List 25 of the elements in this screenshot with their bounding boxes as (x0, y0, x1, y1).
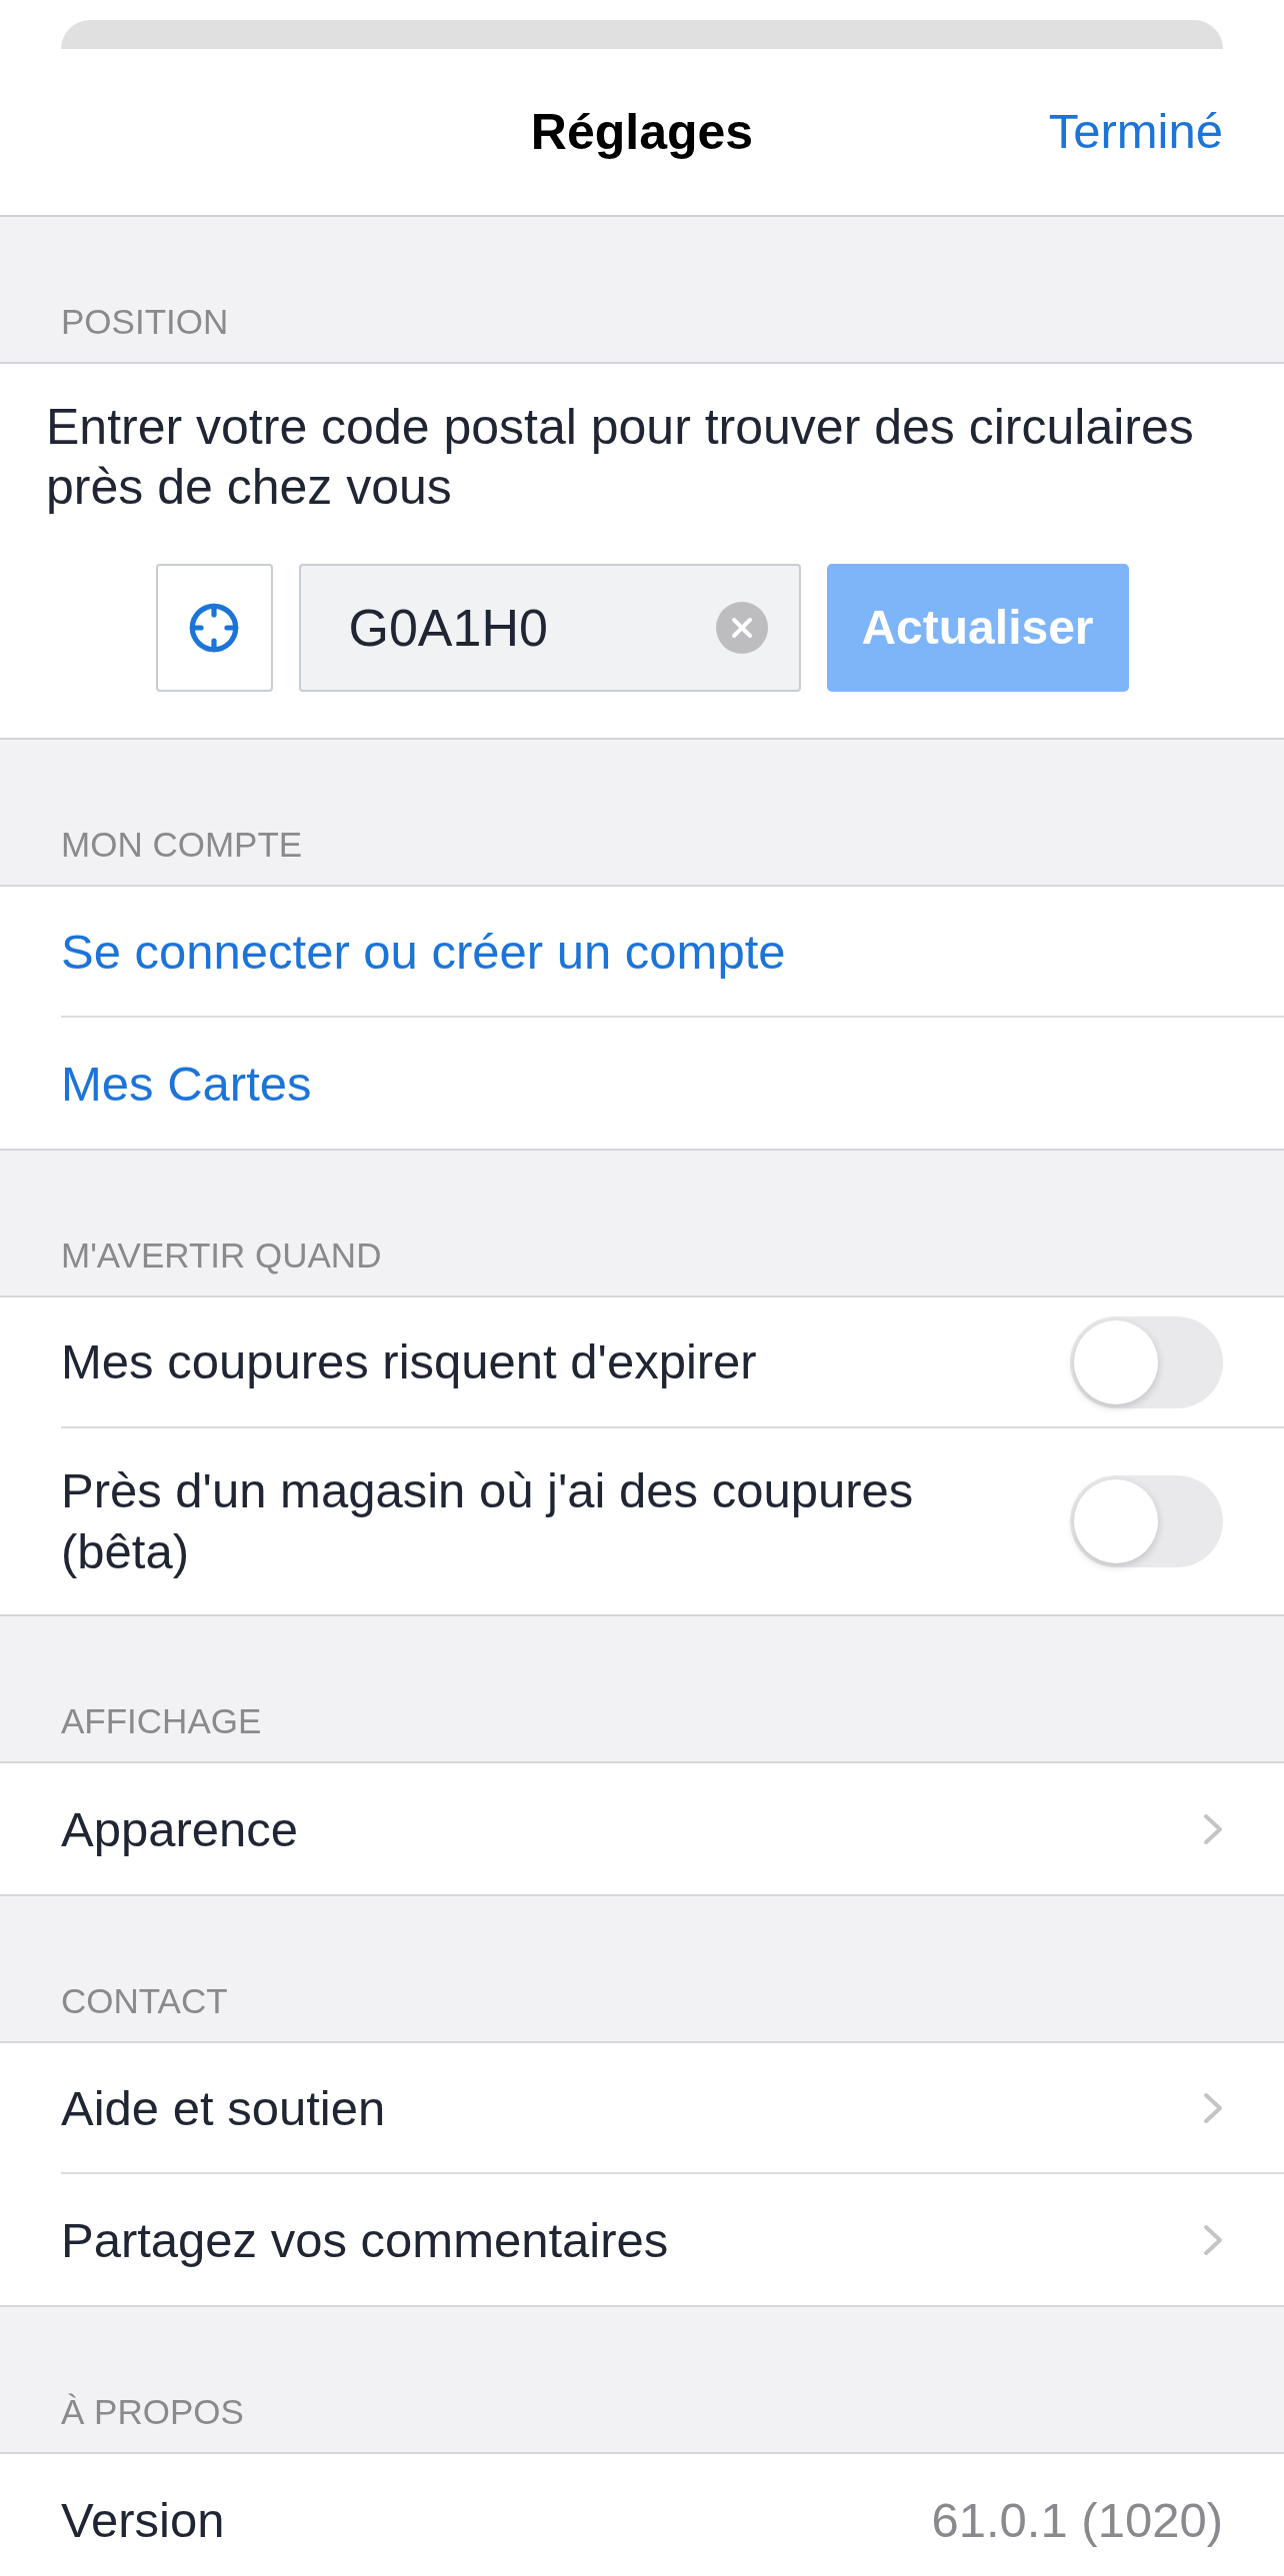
settings-link[interactable]: Mes Cartes (61, 1053, 312, 1114)
value-text: 61.0.1 (1020) (931, 2491, 1223, 2549)
settings-link[interactable]: Se connecter ou créer un compte (61, 921, 786, 982)
nav-title: Réglages (530, 102, 754, 162)
setting-label: Près d'un magasin où j'ai des coupures (bêta) (61, 1462, 915, 1580)
section-header: MON COMPTE (61, 825, 303, 865)
chevron-right-icon[interactable] (1203, 1812, 1223, 1845)
postal-code-field[interactable]: G0A1H0 (298, 564, 801, 692)
locate-button[interactable] (155, 564, 273, 692)
setting-label: Mes coupures risquent d'expirer (61, 1333, 757, 1390)
section-header: AFFICHAGE (61, 1701, 262, 1741)
chevron-right-icon[interactable] (1203, 2091, 1223, 2124)
crosshair-icon (188, 602, 240, 654)
section-header: CONTACT (61, 1981, 228, 2021)
description-text: Entrer votre code postal pour trouver des circulaires près de chez vous (46, 398, 1195, 517)
section-header: À PROPOS (61, 2392, 244, 2432)
section-header: POSITION (61, 302, 229, 342)
menu-item[interactable]: Aide et soutien (61, 2077, 386, 2138)
clear-icon[interactable] (715, 602, 768, 654)
chevron-right-icon[interactable] (1203, 2223, 1223, 2256)
section-header: M'AVERTIR QUAND (61, 1236, 382, 1276)
done-button[interactable]: Terminé (1048, 95, 1223, 169)
menu-item[interactable]: Apparence (61, 1798, 298, 1859)
setting-label: Version (61, 2491, 225, 2549)
menu-item[interactable]: Partagez vos commentaires (61, 2209, 669, 2270)
